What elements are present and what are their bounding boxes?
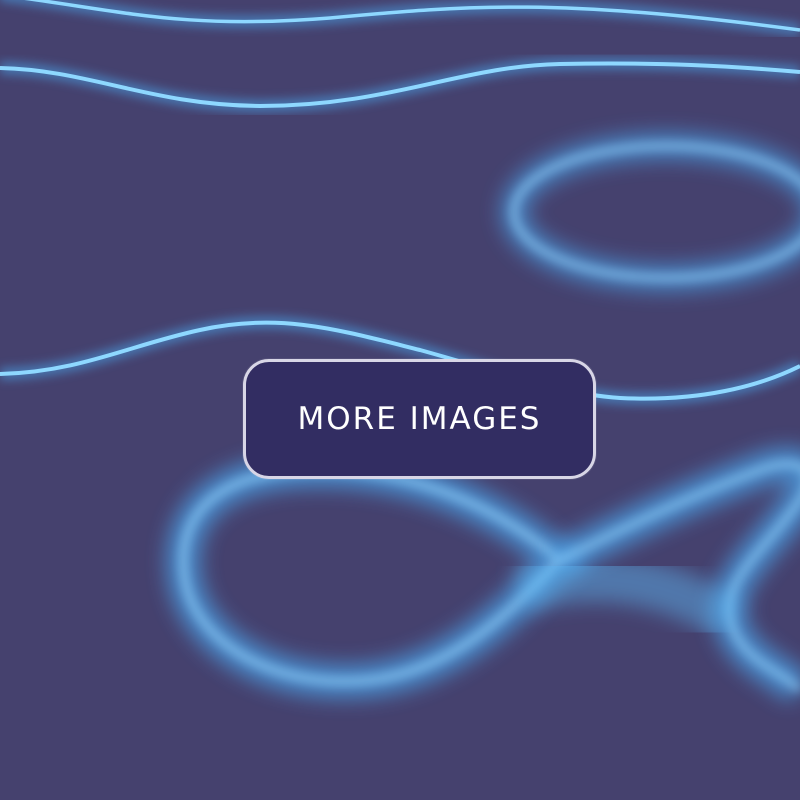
more-images-button[interactable]: MORE IMAGES: [243, 359, 596, 479]
wave-line-second: [0, 57, 800, 113]
glow-ring-upper: [501, 133, 800, 291]
glow-loop-lower: [166, 447, 800, 703]
image-viewer-background: MORE IMAGES: [0, 0, 800, 800]
wave-line-top: [0, 0, 800, 36]
